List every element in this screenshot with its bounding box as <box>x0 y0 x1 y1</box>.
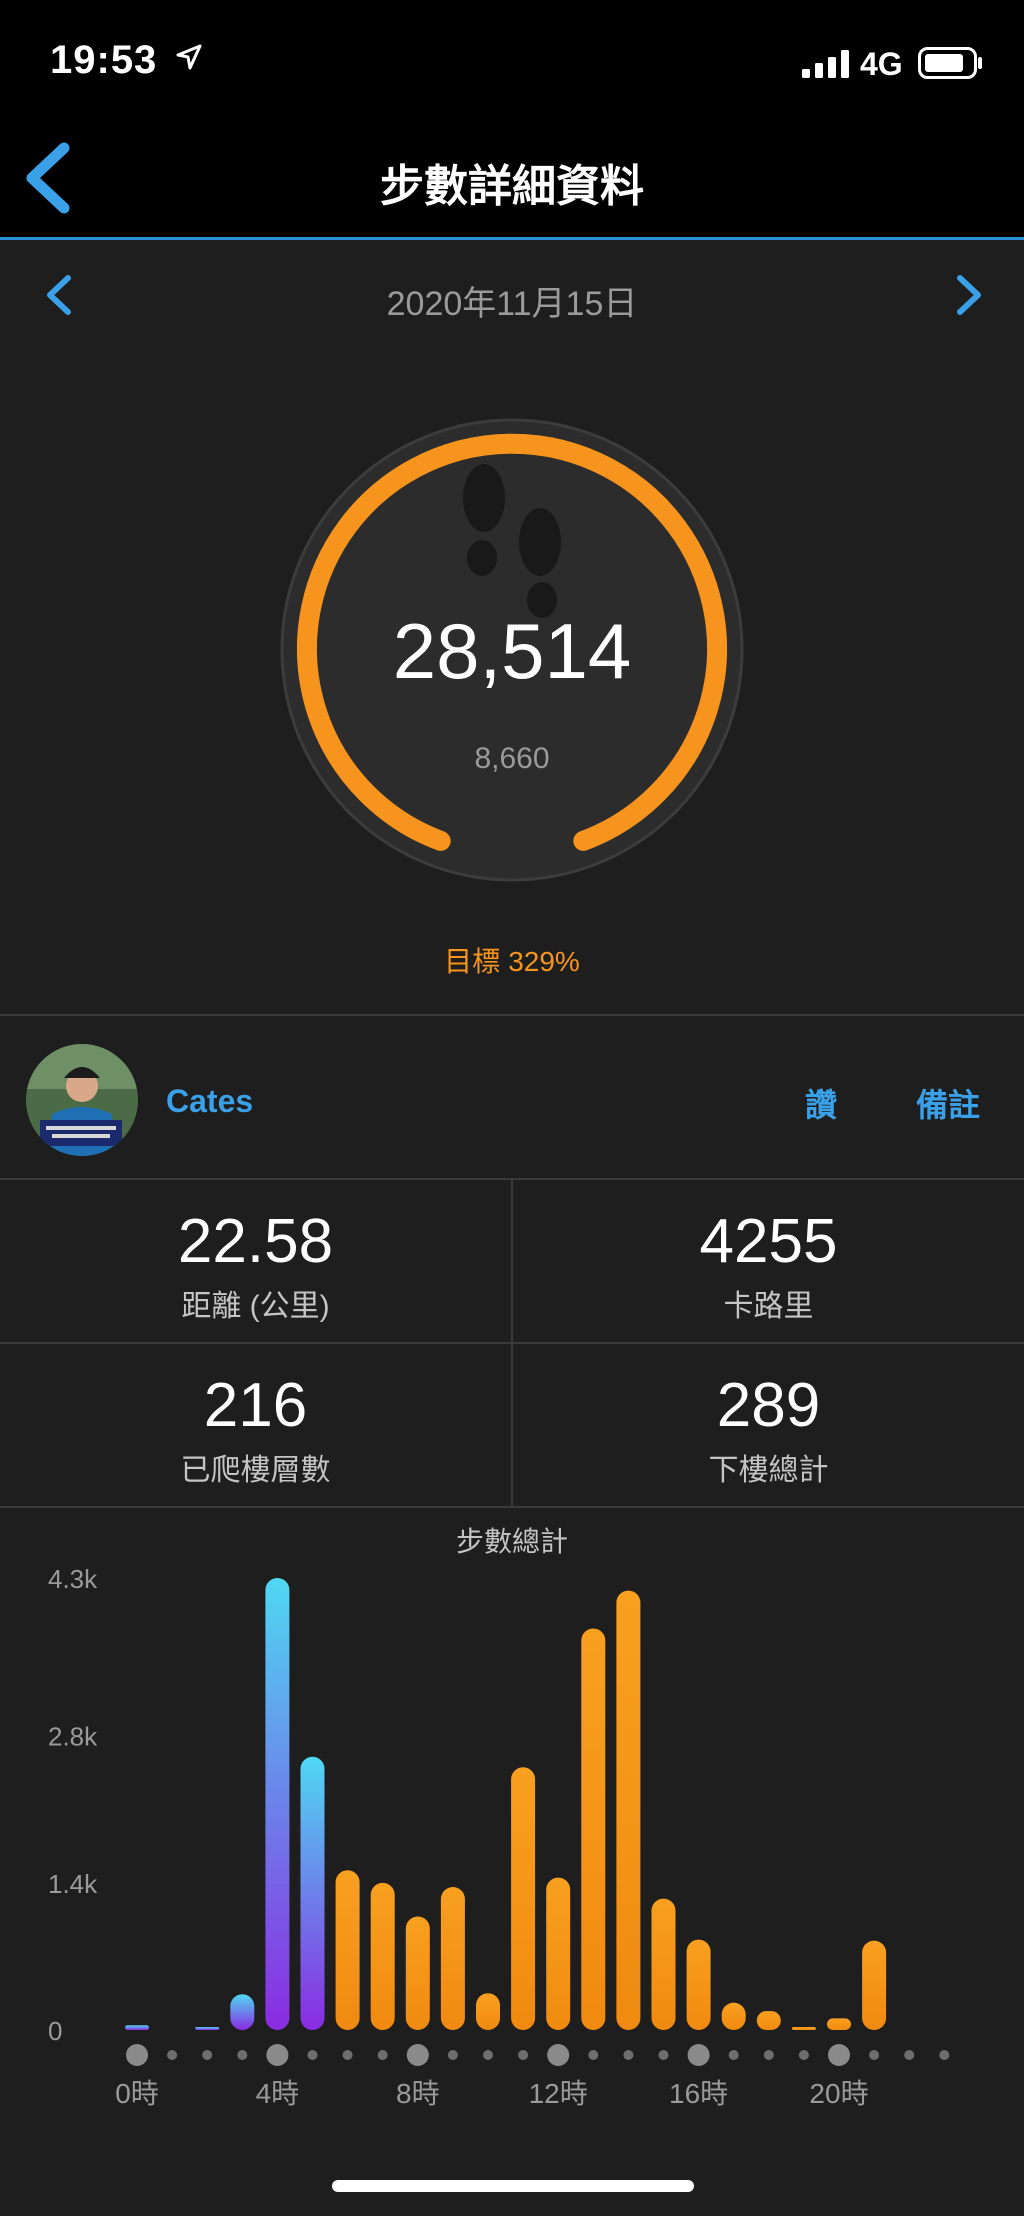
x-axis-major-dot <box>406 2044 429 2066</box>
y-tick-label: 4.3k <box>48 1564 98 1594</box>
user-name[interactable]: Cates <box>166 1083 253 1120</box>
floors-descended-label: 下樓總計 <box>708 1454 829 1487</box>
x-axis-minor-dot <box>518 2050 529 2060</box>
battery-icon <box>918 47 982 79</box>
x-axis-minor-dot <box>728 2050 739 2060</box>
goal-percent: 329% <box>508 946 580 977</box>
floors-climbed-value: 216 <box>203 1371 308 1440</box>
chart-bar[interactable] <box>791 2027 816 2030</box>
stat-distance: 22.58 距離 (公里) <box>0 1180 511 1342</box>
hourly-steps-chart[interactable]: 4.3k 2.8k 1.4k 0 0時 4時 8時 12時 16時 20時 <box>0 1540 1024 2120</box>
divider <box>0 1014 1024 1016</box>
y-tick-label: 0 <box>48 2016 62 2046</box>
x-axis-major-dot <box>266 2044 289 2066</box>
x-axis-minor-dot <box>588 2050 599 2060</box>
chart-bar[interactable] <box>370 1882 395 2030</box>
goal-percent-row: 目標 329% <box>0 940 1024 980</box>
chart-bar[interactable] <box>335 1870 360 2030</box>
x-tick-label: 16時 <box>669 2078 728 2109</box>
x-axis-minor-dot <box>342 2050 353 2060</box>
chart-bar[interactable] <box>756 2011 781 2030</box>
x-axis-minor-dot <box>798 2050 809 2060</box>
top-bar: 19:53 4G 步數詳細資料 <box>0 0 1024 240</box>
y-tick-label: 2.8k <box>48 1722 98 1752</box>
x-tick-label: 20時 <box>809 2078 868 2109</box>
chart-bar[interactable] <box>300 1756 325 2030</box>
next-day-button[interactable] <box>950 272 990 318</box>
goal-label: 目標 <box>444 946 501 977</box>
total-steps: 28,514 <box>392 607 632 695</box>
x-axis-minor-dot <box>307 2050 318 2060</box>
home-indicator <box>332 2180 694 2192</box>
chart-bar[interactable] <box>405 1916 430 2030</box>
x-axis-major-dot <box>126 2044 148 2066</box>
x-tick-label: 12時 <box>529 2078 588 2109</box>
x-axis-minor-dot <box>623 2050 634 2060</box>
x-axis-minor-dot <box>447 2050 458 2060</box>
avatar-photo <box>26 1044 138 1156</box>
avatar[interactable] <box>26 1044 138 1156</box>
chart-bar[interactable] <box>827 2018 851 2030</box>
divider <box>511 1180 513 1506</box>
chart-bar[interactable] <box>686 1939 711 2030</box>
x-axis-minor-dot <box>904 2050 915 2060</box>
distance-label: 距離 (公里) <box>181 1290 330 1323</box>
x-axis-minor-dot <box>202 2050 213 2060</box>
x-axis-minor-dot <box>483 2050 493 2060</box>
x-axis-major-dot <box>547 2044 570 2066</box>
network-label: 4G <box>860 46 903 82</box>
floors-climbed-label: 已爬樓層數 <box>180 1454 331 1487</box>
x-axis-minor-dot <box>939 2050 950 2060</box>
chart-bar[interactable] <box>125 2025 149 2030</box>
x-axis-major-dot <box>828 2044 850 2066</box>
x-tick-label: 8時 <box>396 2078 440 2109</box>
stat-calories: 4255 卡路里 <box>513 1180 1024 1342</box>
x-tick-label: 4時 <box>256 2078 300 2109</box>
chart-bar[interactable] <box>511 1767 536 2030</box>
x-axis-minor-dot <box>763 2050 774 2060</box>
stat-floors-descended: 289 下樓總計 <box>513 1344 1024 1506</box>
x-tick-label: 0時 <box>115 2078 159 2109</box>
chart-bar[interactable] <box>440 1887 465 2030</box>
chevron-right-icon <box>957 275 981 315</box>
chart-bar[interactable] <box>546 1877 571 2030</box>
stat-floors-climbed: 216 已爬樓層數 <box>0 1344 511 1506</box>
date-label: 2020年11月15日 <box>386 285 638 323</box>
chart-bar[interactable] <box>616 1590 641 2030</box>
x-axis-minor-dot <box>869 2050 880 2060</box>
calories-value: 4255 <box>699 1207 838 1276</box>
chart-bar[interactable] <box>230 1994 255 2030</box>
divider <box>0 1506 1024 1508</box>
y-tick-label: 1.4k <box>48 1869 98 1899</box>
chart-bar[interactable] <box>862 1940 887 2030</box>
calories-label: 卡路里 <box>723 1290 814 1323</box>
x-axis-minor-dot <box>237 2050 248 2060</box>
location-arrow-icon <box>176 44 202 70</box>
note-button[interactable]: 備註 <box>916 1080 980 1126</box>
step-goal: 8,660 <box>474 742 550 775</box>
chart-bar[interactable] <box>581 1628 606 2030</box>
x-axis-minor-dot <box>377 2050 388 2060</box>
page-title: 步數詳細資料 <box>380 162 644 211</box>
x-axis-major-dot <box>687 2044 710 2066</box>
chart-bar[interactable] <box>195 2027 220 2030</box>
x-axis-minor-dot <box>167 2050 178 2060</box>
step-details-screen: 19:53 4G 步數詳細資料 2020年11月15日 28,514 8,660… <box>0 0 1024 2216</box>
chart-bar[interactable] <box>265 1578 290 2030</box>
x-axis-minor-dot <box>658 2050 669 2060</box>
floors-descended-value: 289 <box>716 1371 821 1440</box>
chart-bar[interactable] <box>476 1993 500 2030</box>
signal-bars-icon <box>802 50 849 78</box>
like-button[interactable]: 讚 <box>805 1080 837 1126</box>
chart-bar[interactable] <box>721 2002 746 2030</box>
distance-value: 22.58 <box>177 1207 334 1276</box>
chart-bar[interactable] <box>651 1898 676 2030</box>
status-time: 19:53 <box>50 38 158 82</box>
